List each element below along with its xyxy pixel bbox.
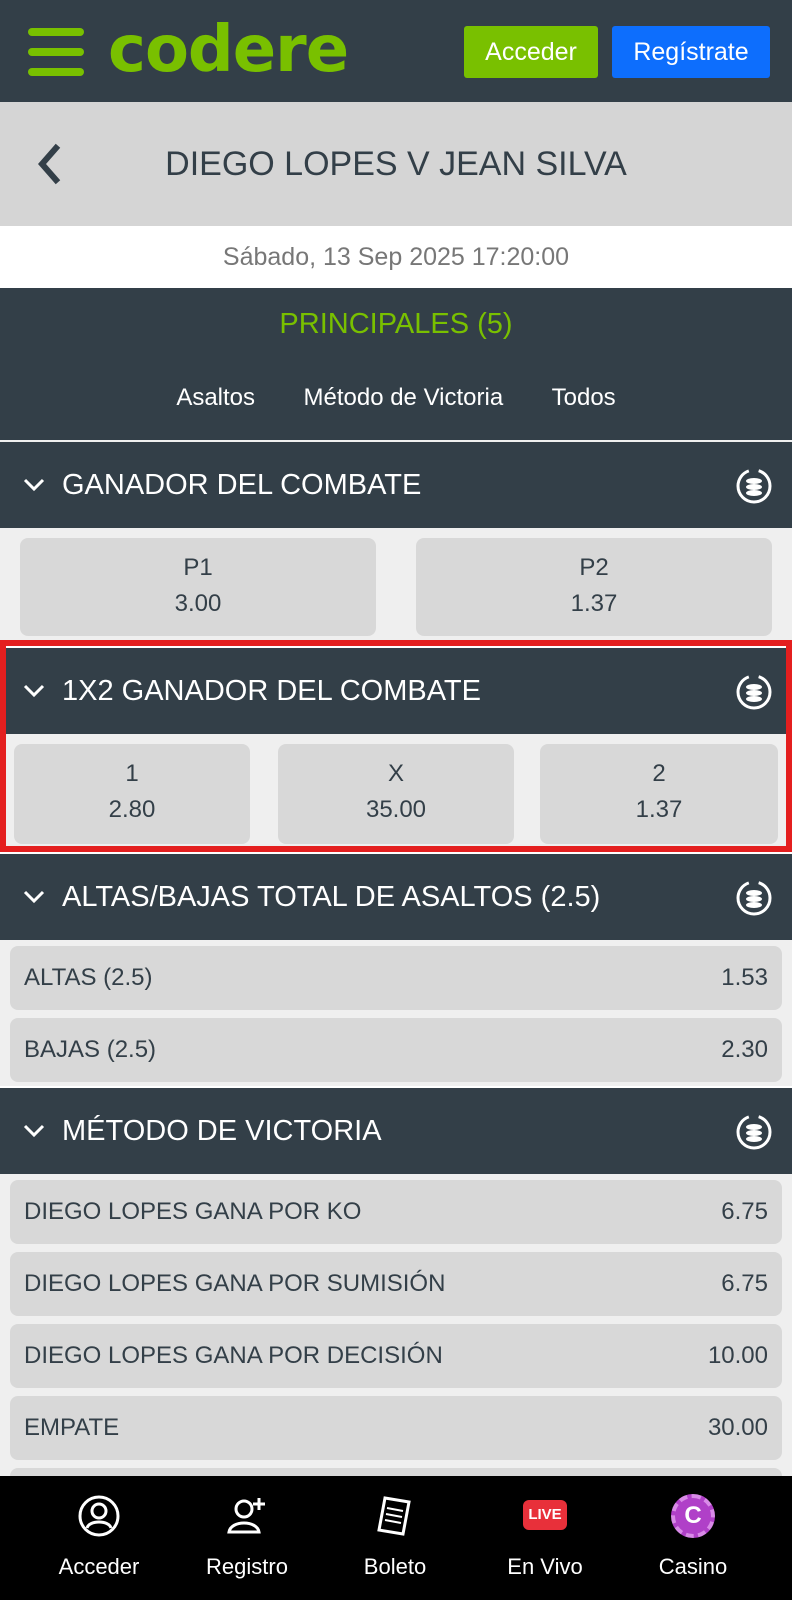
tab-principales[interactable]: PRINCIPALES (5) bbox=[0, 302, 792, 346]
tab-asaltos[interactable]: Asaltos bbox=[176, 378, 255, 418]
nav-en-vivo[interactable]: LIVE En Vivo bbox=[466, 1476, 624, 1600]
chevron-down-icon bbox=[23, 1124, 45, 1138]
market-header-winner[interactable]: GANADOR DEL COMBATE bbox=[0, 442, 792, 528]
odd-label: DIEGO LOPES GANA POR DECISIÓN bbox=[24, 1342, 443, 1369]
odd-value: 35.00 bbox=[365, 796, 427, 823]
chevron-down-icon bbox=[23, 890, 45, 904]
odd-row-decision[interactable]: DIEGO LOPES GANA POR DECISIÓN 10.00 bbox=[10, 1324, 782, 1388]
market-title: MÉTODO DE VICTORIA bbox=[62, 1115, 382, 1147]
register-button[interactable]: Regístrate bbox=[612, 26, 770, 78]
nav-acceder[interactable]: Acceder bbox=[20, 1476, 178, 1600]
nav-label: En Vivo bbox=[507, 1554, 583, 1579]
market-header-over-under[interactable]: ALTAS/BAJAS TOTAL DE ASALTOS (2.5) bbox=[0, 854, 792, 940]
market-body-winner: P1 3.00 P2 1.37 bbox=[0, 528, 792, 640]
odd-button-2[interactable]: 2 1.37 bbox=[540, 744, 778, 844]
odd-label: P1 bbox=[183, 554, 213, 581]
market-body-over-under: ALTAS (2.5) 1.53 BAJAS (2.5) 2.30 bbox=[0, 940, 792, 1086]
market-gap bbox=[0, 640, 792, 648]
odd-label: P2 bbox=[579, 554, 609, 581]
top-header: codere Acceder Regístrate bbox=[0, 0, 792, 102]
back-chevron-icon[interactable] bbox=[32, 140, 64, 188]
event-date: Sábado, 13 Sep 2025 17:20:00 bbox=[0, 226, 792, 288]
odd-label: DIEGO LOPES GANA POR SUMISIÓN bbox=[24, 1270, 446, 1297]
odd-value: 30.00 bbox=[707, 1414, 768, 1441]
odd-label: BAJAS (2.5) bbox=[24, 1036, 157, 1063]
nav-label: Boleto bbox=[363, 1554, 427, 1579]
odd-row-ko[interactable]: DIEGO LOPES GANA POR KO 6.75 bbox=[10, 1180, 782, 1244]
nav-registro[interactable]: Registro bbox=[168, 1476, 326, 1600]
nav-label: Acceder bbox=[58, 1554, 140, 1579]
odd-value: 10.00 bbox=[707, 1342, 768, 1369]
market-header-method[interactable]: MÉTODO DE VICTORIA bbox=[0, 1088, 792, 1174]
market-tabs: PRINCIPALES (5) Asaltos Método de Victor… bbox=[0, 288, 792, 440]
market-header-1x2[interactable]: 1X2 GANADOR DEL COMBATE bbox=[0, 648, 792, 734]
nav-label: Casino bbox=[658, 1554, 728, 1579]
add-user-icon bbox=[227, 1498, 265, 1534]
odd-button-p2[interactable]: P2 1.37 bbox=[416, 538, 772, 636]
odd-value: 2.30 bbox=[721, 1036, 768, 1063]
subtabs: Asaltos Método de Victoria Todos bbox=[0, 378, 792, 418]
event-title: DIEGO LOPES V JEAN SILVA bbox=[165, 145, 627, 183]
odd-label: EMPATE bbox=[24, 1414, 120, 1441]
odd-button-p1[interactable]: P1 3.00 bbox=[20, 538, 376, 636]
odd-value: 1.53 bbox=[721, 964, 768, 991]
odd-label: ALTAS (2.5) bbox=[24, 964, 153, 991]
bottom-nav: Acceder Registro Boleto LIVE En Vivo C C… bbox=[0, 1476, 792, 1600]
market-title: ALTAS/BAJAS TOTAL DE ASALTOS (2.5) bbox=[62, 881, 601, 913]
nav-boleto[interactable]: Boleto bbox=[316, 1476, 474, 1600]
market-title: GANADOR DEL COMBATE bbox=[62, 469, 422, 501]
odd-value: 6.75 bbox=[721, 1270, 768, 1297]
chevron-down-icon bbox=[23, 684, 45, 698]
odd-row-bajas[interactable]: BAJAS (2.5) 2.30 bbox=[10, 1018, 782, 1082]
tab-todos[interactable]: Todos bbox=[552, 378, 616, 418]
odd-value: 6.75 bbox=[721, 1198, 768, 1225]
cashout-icon[interactable] bbox=[734, 672, 774, 712]
odd-value: 2.80 bbox=[108, 796, 156, 823]
market-body-1x2: 1 2.80 X 35.00 2 1.37 bbox=[0, 734, 792, 846]
odd-label: 1 bbox=[125, 760, 139, 787]
codere-logo[interactable]: codere bbox=[108, 8, 349, 92]
odd-button-x[interactable]: X 35.00 bbox=[278, 744, 514, 844]
nav-casino[interactable]: C Casino bbox=[614, 1476, 772, 1600]
live-icon: LIVE bbox=[523, 1500, 567, 1530]
user-icon bbox=[78, 1495, 120, 1537]
odd-row-empate[interactable]: EMPATE 30.00 bbox=[10, 1396, 782, 1460]
ticket-icon bbox=[377, 1496, 411, 1536]
odd-label: 2 bbox=[652, 760, 666, 787]
odd-button-1[interactable]: 1 2.80 bbox=[14, 744, 250, 844]
tab-metodo-victoria[interactable]: Método de Victoria bbox=[303, 378, 503, 418]
casino-chip-icon: C bbox=[671, 1494, 715, 1538]
odd-value: 1.37 bbox=[570, 590, 618, 617]
event-header: DIEGO LOPES V JEAN SILVA bbox=[0, 102, 792, 226]
odd-row-sumision[interactable]: DIEGO LOPES GANA POR SUMISIÓN 6.75 bbox=[10, 1252, 782, 1316]
market-title: 1X2 GANADOR DEL COMBATE bbox=[62, 675, 481, 707]
chevron-down-icon bbox=[23, 478, 45, 492]
odd-label: X bbox=[387, 760, 404, 787]
odd-value: 1.37 bbox=[635, 796, 683, 823]
cashout-icon[interactable] bbox=[734, 878, 774, 918]
nav-label: Registro bbox=[206, 1554, 288, 1579]
login-button[interactable]: Acceder bbox=[464, 26, 598, 78]
odd-row-altas[interactable]: ALTAS (2.5) 1.53 bbox=[10, 946, 782, 1010]
odd-row-partial bbox=[10, 1468, 782, 1476]
cashout-icon[interactable] bbox=[734, 466, 774, 506]
menu-icon[interactable] bbox=[28, 28, 84, 76]
odd-value: 3.00 bbox=[174, 590, 222, 617]
cashout-icon[interactable] bbox=[734, 1112, 774, 1152]
odd-label: DIEGO LOPES GANA POR KO bbox=[24, 1198, 362, 1225]
market-body-method: DIEGO LOPES GANA POR KO 6.75 DIEGO LOPES… bbox=[0, 1174, 792, 1476]
